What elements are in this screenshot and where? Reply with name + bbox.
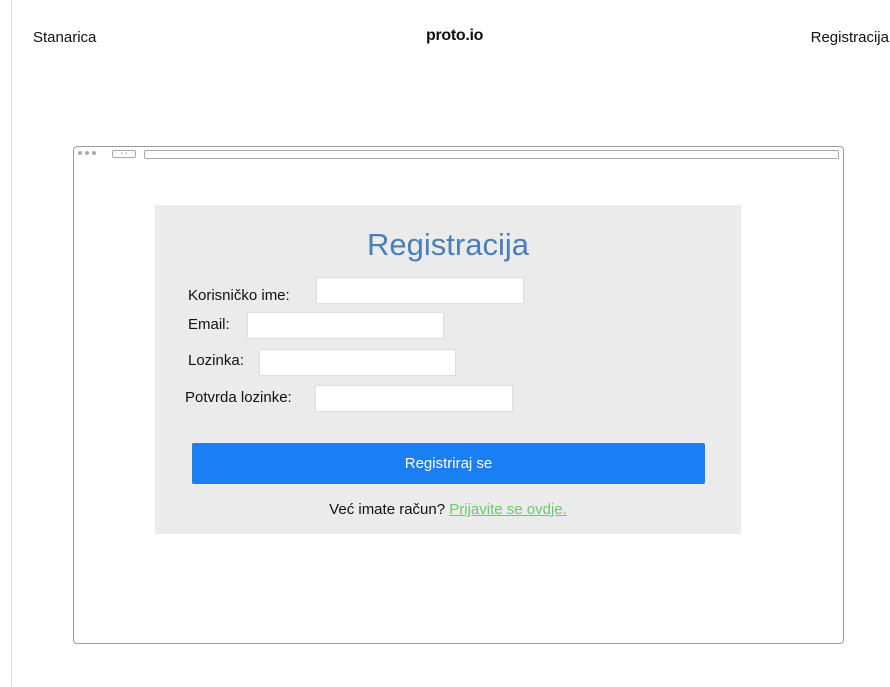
username-input[interactable] <box>316 277 524 304</box>
email-label: Email: <box>188 316 230 333</box>
username-label: Korisničko ime: <box>188 287 290 304</box>
window-dot-icon[interactable] <box>85 151 89 155</box>
login-prompt-text: Već imate račun? <box>329 501 446 518</box>
brand-logo: proto.io <box>426 27 484 44</box>
login-link[interactable]: Prijavite se ovdje. <box>449 501 567 518</box>
confirm-password-label: Potvrda lozinke: <box>185 389 292 406</box>
register-button[interactable]: Registriraj se <box>192 443 705 484</box>
password-input[interactable] <box>259 349 456 376</box>
url-bar[interactable] <box>144 150 839 159</box>
left-divider <box>11 0 12 687</box>
nav-link-stanarica[interactable]: Stanarica <box>33 29 96 46</box>
page: Stanarica proto.io Registracija ‹ › Regi… <box>0 0 890 687</box>
registration-panel: Registracija Korisničko ime: Email: Lozi… <box>155 205 741 534</box>
email-input[interactable] <box>247 312 444 339</box>
nav-link-registracija[interactable]: Registracija <box>811 29 889 46</box>
back-forward-icon[interactable]: ‹ › <box>112 150 136 158</box>
window-dot-icon[interactable] <box>78 151 82 155</box>
login-prompt-line: Već imate račun? Prijavite se ovdje. <box>155 501 741 518</box>
window-controls <box>78 151 96 155</box>
form-title: Registracija <box>367 227 529 262</box>
confirm-password-input[interactable] <box>315 385 513 412</box>
window-dot-icon[interactable] <box>92 151 96 155</box>
password-label: Lozinka: <box>188 352 244 369</box>
browser-chrome-bar: ‹ › <box>74 147 843 161</box>
